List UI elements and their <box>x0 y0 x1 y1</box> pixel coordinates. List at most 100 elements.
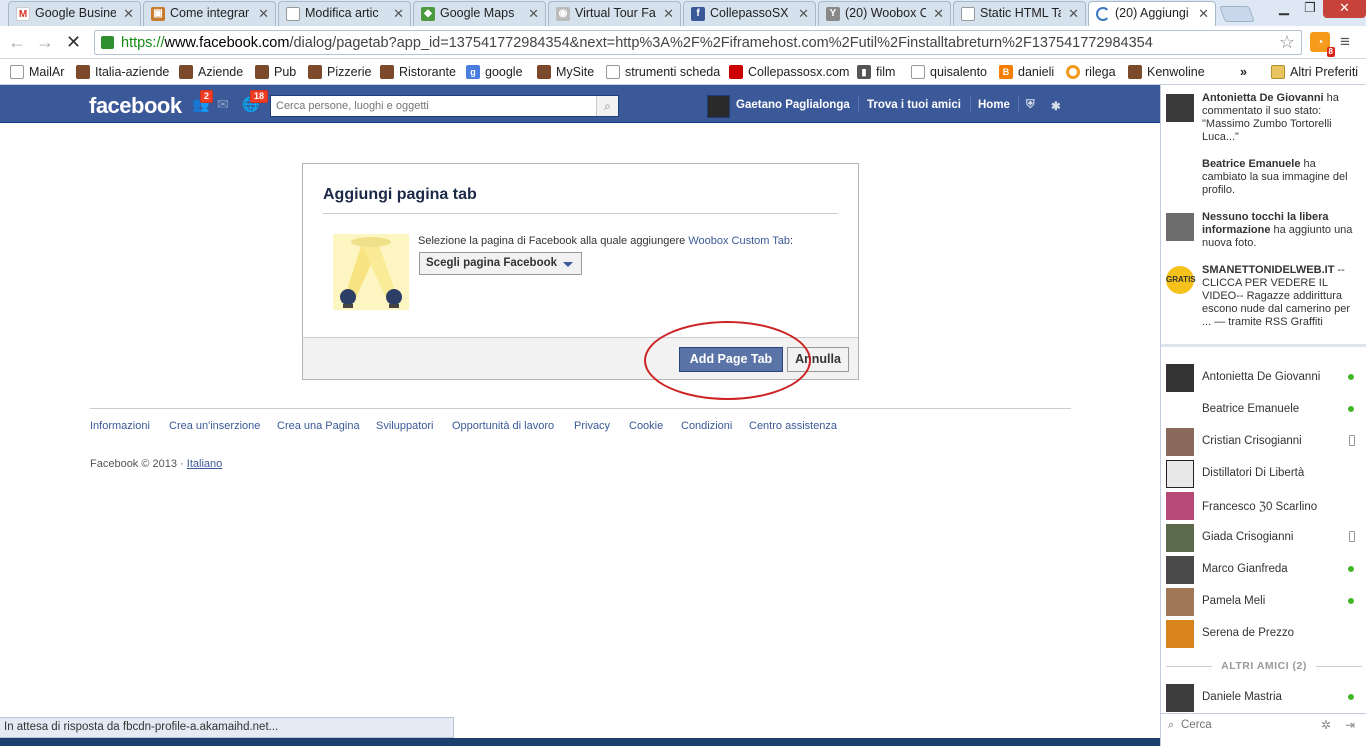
online-indicator <box>1348 694 1354 700</box>
eye-icon: ◉ <box>556 7 570 21</box>
bookmark-strumenti-scheda[interactable]: strumenti scheda <box>606 63 720 81</box>
gear-icon[interactable]: ✱ <box>1051 99 1061 113</box>
folder-icon <box>1271 65 1285 79</box>
mobile-icon <box>1349 435 1355 446</box>
tab-3[interactable]: ◆ Google Maps ✕ <box>413 1 546 26</box>
close-tab-icon[interactable]: ✕ <box>123 2 134 25</box>
footer-link-crea-pagina[interactable]: Crea una Pagina <box>277 420 360 432</box>
other-bookmarks-folder[interactable]: Altri Preferiti <box>1271 63 1358 81</box>
tab-2[interactable]: Modifica artic ✕ <box>278 1 411 26</box>
bookmark-quisalento[interactable]: quisalento <box>911 63 987 81</box>
avatar: GRATIS <box>1166 266 1196 294</box>
person-icon <box>537 65 551 79</box>
forward-icon[interactable]: → <box>36 33 54 51</box>
close-tab-icon[interactable]: ✕ <box>528 2 539 25</box>
bookmark-pizzerie[interactable]: Pizzerie <box>308 63 371 81</box>
tab-5[interactable]: f CollepassoSX ✕ <box>683 1 816 26</box>
search-icon[interactable]: ⌕ <box>596 96 618 116</box>
woobox-app-link[interactable]: Woobox Custom Tab <box>688 235 790 247</box>
popout-icon[interactable]: ⇥ <box>1345 718 1355 732</box>
footer-link-condizioni[interactable]: Condizioni <box>681 420 732 432</box>
close-tab-icon[interactable]: ✕ <box>393 2 404 25</box>
bookmark-star-icon[interactable]: ☆ <box>1279 32 1295 53</box>
footer-link-assistenza[interactable]: Centro assistenza <box>749 420 837 432</box>
tab-0[interactable]: M Google Busine ✕ <box>8 1 141 26</box>
footer-link-lavoro[interactable]: Opportunità di lavoro <box>452 420 554 432</box>
chat-friend[interactable]: Marco Gianfreda <box>1166 554 1362 586</box>
tab-1[interactable]: ▣ Come integrar ✕ <box>143 1 276 26</box>
maximize-icon[interactable]: ❐ <box>1297 0 1323 18</box>
home-link[interactable]: Home <box>978 99 1010 111</box>
facebook-logo[interactable]: facebook <box>89 93 182 119</box>
messages-icon[interactable]: ✉ <box>217 96 235 112</box>
chat-friend[interactable]: Distillatori Di Libertà <box>1166 458 1362 490</box>
privacy-shortcuts-icon[interactable]: ⛨ <box>1026 99 1035 112</box>
chat-search: ⌕ ✲ ⇥ <box>1161 713 1366 737</box>
menu-icon[interactable]: ≡ <box>1340 32 1350 52</box>
facebook-search-input[interactable] <box>271 96 591 116</box>
chat-friend[interactable]: Pamela Meli <box>1166 586 1362 618</box>
language-link[interactable]: Italiano <box>187 458 222 470</box>
friend-requests-icon[interactable]: 👥 2 <box>192 90 214 112</box>
bookmark-italia-aziende[interactable]: Italia-aziende <box>76 63 169 81</box>
avatar <box>1166 492 1194 520</box>
new-tab-button[interactable] <box>1219 6 1255 22</box>
dialog-message: Selezione la pagina di Facebook alla qua… <box>418 235 794 247</box>
add-page-tab-button[interactable]: Add Page Tab <box>679 347 783 372</box>
bookmark-mailar[interactable]: MailAr <box>10 63 64 81</box>
chat-friend[interactable]: Cristian Crisogianni <box>1166 426 1362 458</box>
close-tab-icon[interactable]: ✕ <box>663 2 674 25</box>
chat-friend[interactable]: Beatrice Emanuele <box>1166 394 1362 426</box>
chat-friend[interactable]: Giada Crisogianni <box>1166 522 1362 554</box>
bookmark-aziende[interactable]: Aziende <box>179 63 243 81</box>
chat-search-input[interactable] <box>1181 716 1311 734</box>
footer-link-privacy[interactable]: Privacy <box>574 420 610 432</box>
bookmark-ristorante[interactable]: Ristorante <box>380 63 456 81</box>
close-tab-icon[interactable]: ✕ <box>798 2 809 25</box>
bookmark-collepassosx[interactable]: Collepassosx.com <box>729 63 849 81</box>
rss-icon[interactable]: ◔ 8 <box>1310 32 1335 57</box>
footer-link-informazioni[interactable]: Informazioni <box>90 420 150 432</box>
bookmark-google[interactable]: g google <box>466 63 523 81</box>
choose-page-dropdown[interactable]: Scegli pagina Facebook <box>419 252 583 275</box>
footer-link-cookie[interactable]: Cookie <box>629 420 663 432</box>
bookmark-pub[interactable]: Pub <box>255 63 296 81</box>
stop-icon[interactable]: ✕ <box>66 33 81 51</box>
chat-friend[interactable]: Serena de Prezzo <box>1166 618 1362 650</box>
page-icon: ▣ <box>151 7 165 21</box>
tab-6[interactable]: Y (20) Woobox C ✕ <box>818 1 951 26</box>
bookmark-danieli[interactable]: Bdanieli <box>999 63 1054 81</box>
footer-link-crea-inserzione[interactable]: Crea un'inserzione <box>169 420 260 432</box>
footer-link-sviluppatori[interactable]: Sviluppatori <box>376 420 433 432</box>
close-tab-icon[interactable]: ✕ <box>933 2 944 25</box>
more-bookmarks-icon[interactable]: » <box>1240 63 1247 81</box>
chat-friend[interactable]: Antonietta De Giovanni <box>1166 362 1362 394</box>
bookmark-film[interactable]: ▮ film <box>857 63 895 81</box>
cancel-button[interactable]: Annulla <box>787 347 849 372</box>
gear-icon[interactable]: ✲ <box>1321 718 1331 732</box>
close-tab-icon[interactable]: ✕ <box>258 2 269 25</box>
find-friends-link[interactable]: Trova i tuoi amici <box>867 99 961 111</box>
chat-friend[interactable]: Francesco ℨ0 Scarlino <box>1166 490 1362 522</box>
tab-strip: M Google Busine ✕ ▣ Come integrar ✕ Modifica… <box>0 0 1366 26</box>
close-tab-icon[interactable]: ✕ <box>1068 2 1079 25</box>
ticker: Antonietta De Giovanni ha commentato il … <box>1161 85 1366 347</box>
chat-friend[interactable]: Daniele Mastria <box>1166 682 1362 714</box>
profile-link[interactable]: Gaetano Paglialonga <box>736 99 850 111</box>
tab-7[interactable]: Static HTML Ta ✕ <box>953 1 1086 26</box>
address-bar[interactable]: https://www.facebook.com/dialog/pagetab?… <box>94 30 1302 55</box>
back-icon[interactable]: ← <box>8 33 26 51</box>
minimize-icon[interactable]: ▁ <box>1271 0 1297 18</box>
person-icon <box>308 65 322 79</box>
notifications-icon[interactable]: 🌐 18 <box>242 90 269 112</box>
close-tab-icon[interactable]: ✕ <box>1198 2 1209 25</box>
status-bar: In attesa di risposta da fbcdn-profile-a… <box>0 717 454 738</box>
tab-8-active[interactable]: (20) Aggiungi p ✕ <box>1088 1 1216 26</box>
bookmark-rilega[interactable]: rilega <box>1066 63 1116 81</box>
tab-4[interactable]: ◉ Virtual Tour Fa ✕ <box>548 1 681 26</box>
avatar <box>1166 460 1194 488</box>
avatar[interactable] <box>707 95 730 118</box>
close-window-icon[interactable]: ✕ <box>1323 0 1366 18</box>
bookmark-mysite[interactable]: MySite <box>537 63 594 81</box>
bookmark-kenwoline[interactable]: Kenwoline <box>1128 63 1205 81</box>
